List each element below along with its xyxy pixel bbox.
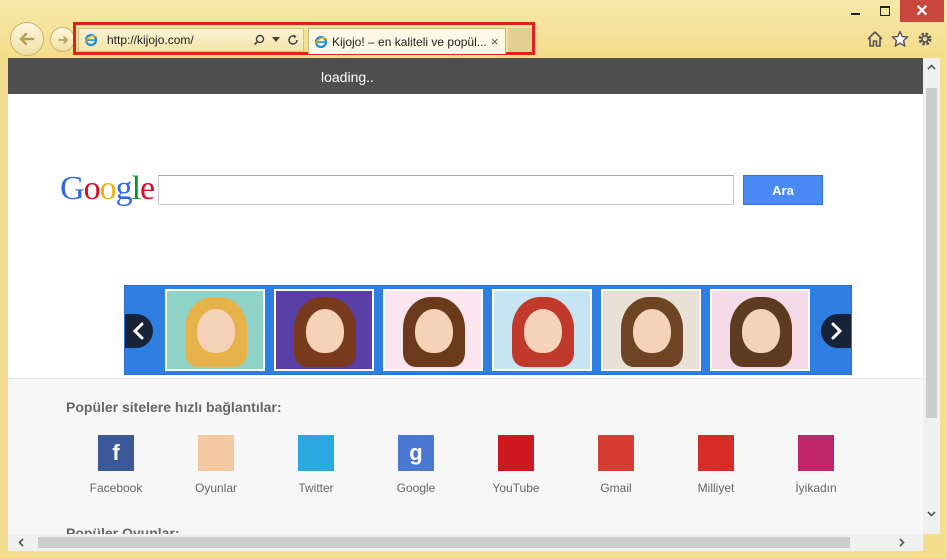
scroll-left-icon[interactable] (12, 534, 29, 551)
ie-logo-icon (84, 33, 98, 47)
thumbnail-face (197, 309, 235, 353)
ie-logo-icon (314, 35, 328, 49)
back-arrow-icon (19, 32, 35, 46)
loading-text: loading.. (321, 69, 374, 85)
site-link-facebook[interactable]: f Facebook (66, 435, 166, 495)
game-thumbnail[interactable] (383, 289, 483, 371)
new-tab-button[interactable] (508, 28, 532, 52)
scroll-down-icon[interactable] (923, 505, 940, 522)
thumbnail-face (415, 309, 453, 353)
maximize-button[interactable] (870, 0, 900, 22)
refresh-icon[interactable] (286, 34, 300, 46)
home-icon[interactable] (864, 28, 886, 50)
vertical-scrollbar[interactable] (923, 58, 940, 534)
search-input[interactable] (158, 175, 734, 205)
facebook-icon: f (98, 435, 134, 471)
site-link-milliyet[interactable]: Milliyet (666, 435, 766, 495)
twitter-icon (298, 435, 334, 471)
site-link-youtube[interactable]: YouTube (466, 435, 566, 495)
scroll-up-icon[interactable] (923, 58, 940, 75)
site-label: İyikadın (795, 481, 837, 495)
search-button[interactable]: Ara (743, 175, 823, 205)
forward-arrow-icon (57, 35, 68, 44)
google-logo: Google (60, 170, 155, 208)
loading-bar: loading.. (8, 58, 923, 94)
chevron-right-icon (831, 322, 843, 340)
site-link-twitter[interactable]: Twitter (266, 435, 366, 495)
address-url[interactable]: http://kijojo.com/ (107, 33, 252, 47)
thumbnail-face (633, 309, 671, 353)
page-viewport: loading.. Google Ara Popüler sitelere hı… (8, 58, 923, 534)
back-button[interactable] (10, 22, 44, 56)
google-logo-letter: o (83, 170, 101, 207)
thumbnail-face (742, 309, 780, 353)
tab-kijojo[interactable]: Kijojo! – en kaliteli ve popül... × (308, 28, 506, 54)
google-icon: g (398, 435, 434, 471)
tab-title: Kijojo! – en kaliteli ve popül... (332, 34, 487, 49)
carousel-prev-button[interactable] (125, 314, 153, 348)
game-thumbnail[interactable] (601, 289, 701, 371)
search-icon[interactable] (252, 34, 266, 46)
dropdown-arrow-icon[interactable] (269, 37, 283, 43)
close-window-button[interactable]: ✕ (900, 0, 944, 22)
chevron-left-icon (132, 322, 144, 340)
quick-links-section: Popüler sitelere hızlı bağlantılar: f Fac… (8, 378, 923, 534)
google-logo-letter: o (99, 170, 117, 207)
site-label: Oyunlar (194, 481, 238, 495)
site-link-oyunlar[interactable]: Oyunlar (166, 435, 266, 495)
google-logo-letter: G (60, 170, 85, 207)
carousel-next-button[interactable] (821, 314, 851, 348)
game-thumbnail[interactable] (492, 289, 592, 371)
google-logo-letter: l (131, 170, 142, 207)
horizontal-scrollbar[interactable] (8, 534, 923, 551)
popular-sites-heading: Popüler sitelere hızlı bağlantılar: (66, 399, 282, 415)
vertical-scroll-thumb[interactable] (926, 88, 937, 418)
game-thumbnail[interactable] (165, 289, 265, 371)
site-label: Facebook (89, 481, 143, 495)
forward-button[interactable] (50, 27, 75, 52)
gear-icon[interactable] (914, 28, 936, 50)
horizontal-scroll-thumb[interactable] (38, 537, 850, 548)
google-logo-letter: e (140, 170, 155, 207)
milliyet-icon (698, 435, 734, 471)
thumbnail-face (524, 309, 562, 353)
oyunlar-icon (198, 435, 234, 471)
favorites-star-icon[interactable] (889, 28, 911, 50)
address-bar[interactable]: http://kijojo.com/ (78, 28, 304, 52)
site-label: Twitter (298, 481, 334, 495)
game-carousel (124, 285, 852, 375)
site-link-gmail[interactable]: Gmail (566, 435, 666, 495)
game-thumbnail[interactable] (710, 289, 810, 371)
youtube-icon (498, 435, 534, 471)
scroll-right-icon[interactable] (893, 534, 910, 551)
browser-chrome: ✕ http://kijojo.com/ Kijojo! – en kalite… (0, 0, 947, 58)
site-link-iyikadn[interactable]: İyikadın (766, 435, 866, 495)
site-label: Milliyet (697, 481, 735, 495)
tab-close-icon[interactable]: × (491, 34, 499, 49)
site-link-google[interactable]: g Google (366, 435, 466, 495)
google-logo-letter: g (115, 170, 133, 207)
iyikadin-icon (798, 435, 834, 471)
minimize-button[interactable] (840, 0, 870, 22)
thumbnail-face (306, 309, 344, 353)
game-thumbnail[interactable] (274, 289, 374, 371)
site-label: YouTube (492, 481, 540, 495)
site-label: Google (396, 481, 436, 495)
site-label: Gmail (600, 481, 632, 495)
gmail-icon (598, 435, 634, 471)
popular-games-heading: Popüler Oyunlar: (66, 525, 180, 534)
